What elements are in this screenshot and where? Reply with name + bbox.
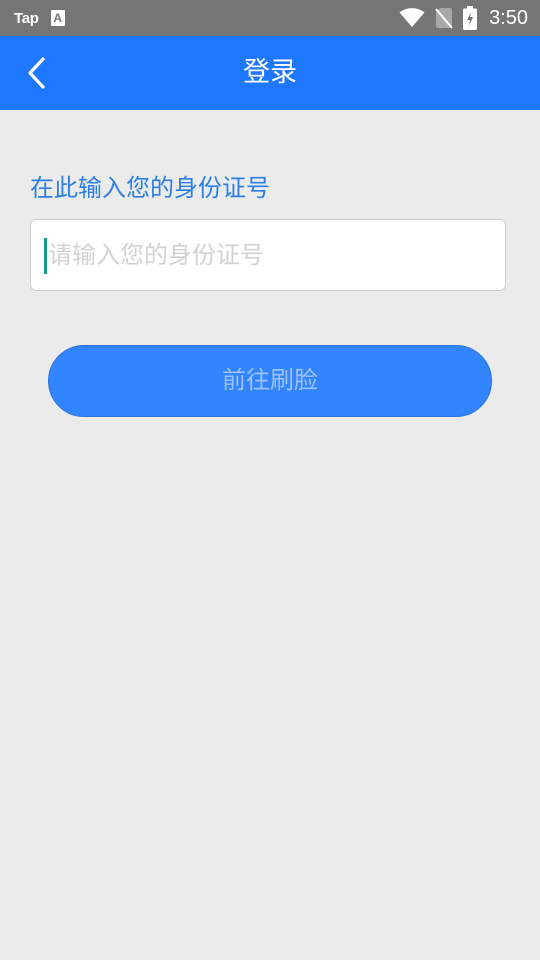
back-button[interactable]: [18, 51, 54, 95]
chevron-left-icon: [28, 57, 45, 89]
wifi-icon: [399, 8, 425, 27]
go-face-scan-button[interactable]: 前往刷脸: [48, 345, 492, 417]
status-time: 3:50: [489, 6, 528, 29]
id-number-input[interactable]: [48, 220, 488, 289]
tap-app-label: Tap: [14, 9, 39, 27]
battery-charging-icon: [463, 6, 478, 30]
app-bar: 登录: [0, 36, 540, 110]
status-left-group: Tap A: [14, 0, 65, 36]
status-right-group: 3:50: [399, 0, 528, 36]
id-number-field[interactable]: [30, 219, 506, 291]
status-bar: Tap A 3:50: [0, 0, 540, 36]
no-sim-icon: [435, 8, 453, 29]
text-caret: [44, 238, 47, 274]
id-number-label: 在此输入您的身份证号: [30, 174, 270, 202]
notification-a-icon: A: [50, 10, 65, 26]
page-title: 登录: [243, 57, 297, 88]
